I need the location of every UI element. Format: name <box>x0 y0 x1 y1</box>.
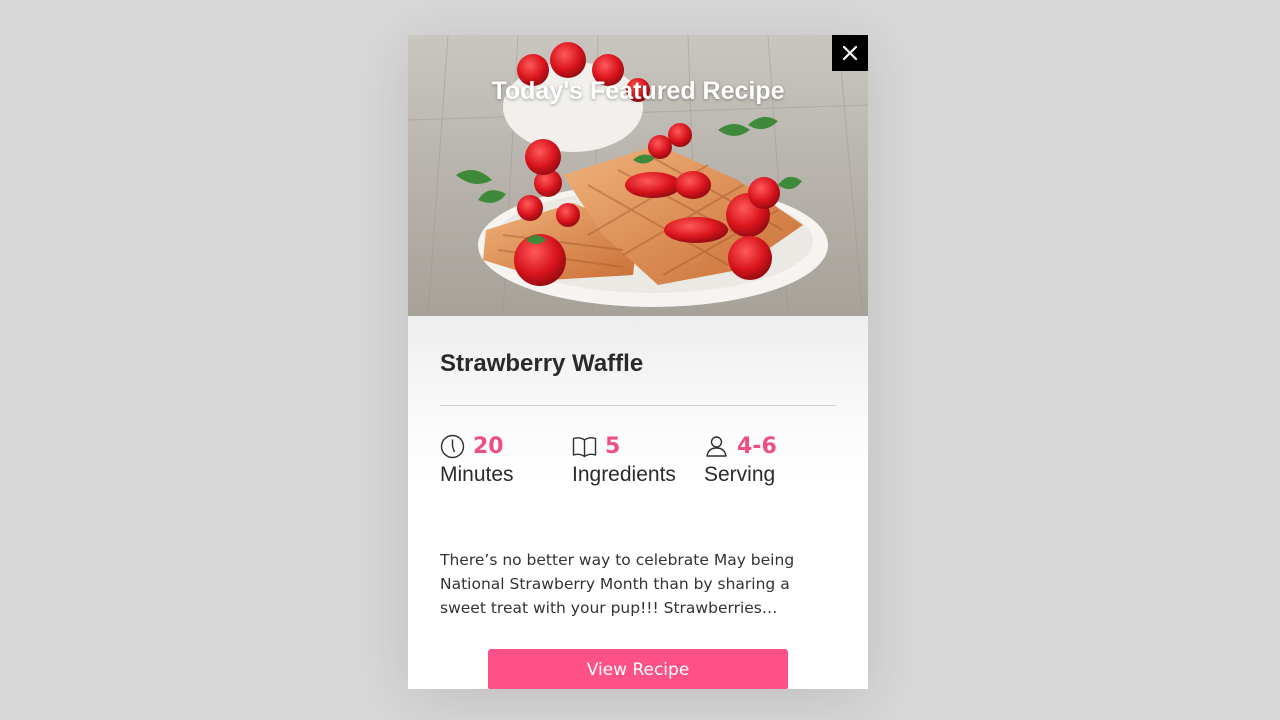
close-icon <box>842 45 858 61</box>
stat-serving-value: 4-6 <box>737 433 777 459</box>
stat-ingredients-value: 5 <box>605 433 621 459</box>
recipe-modal: Today's Featured Recipe Strawberry Waffl… <box>408 35 868 689</box>
recipe-hero-image: Today's Featured Recipe <box>408 35 868 316</box>
modal-heading: Today's Featured Recipe <box>491 77 785 105</box>
stat-serving-label: Serving <box>704 463 776 486</box>
view-recipe-button[interactable]: View Recipe <box>488 649 788 689</box>
stat-minutes-label: Minutes <box>440 463 514 486</box>
recipe-description: There’s no better way to celebrate May b… <box>440 551 795 617</box>
stat-serving: 4-6 Serving <box>704 430 777 487</box>
recipe-title: Strawberry Waffle <box>440 350 644 377</box>
stat-ingredients-label: Ingredients <box>572 463 676 486</box>
recipe-details: Strawberry Waffle 20 Minutes 5 Ingredien… <box>408 316 868 689</box>
stat-minutes-value: 20 <box>473 433 504 459</box>
divider <box>440 405 836 406</box>
book-icon <box>572 433 598 459</box>
person-icon <box>704 433 730 459</box>
close-button[interactable] <box>832 35 868 71</box>
stat-ingredients: 5 Ingredients <box>572 430 676 487</box>
clock-icon <box>440 433 466 459</box>
stat-minutes: 20 Minutes <box>440 430 514 487</box>
